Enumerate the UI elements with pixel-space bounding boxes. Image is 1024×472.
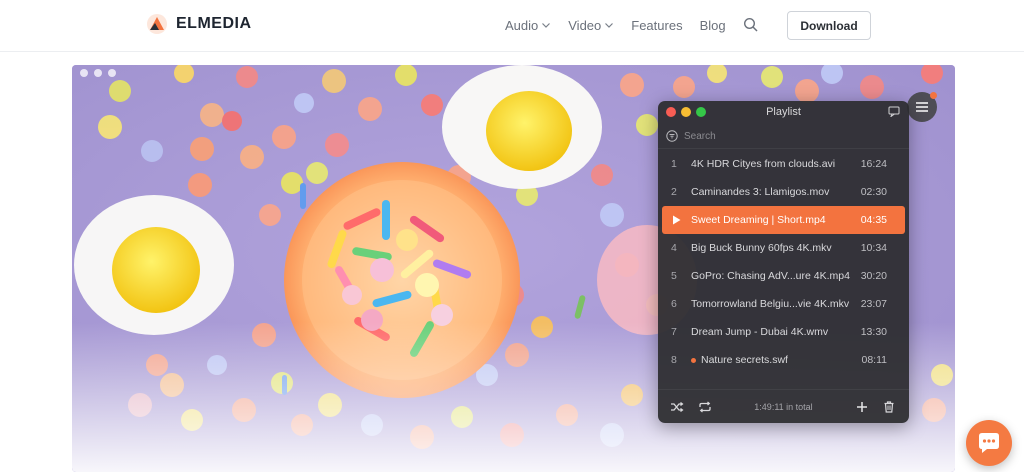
row-number: 1 — [671, 158, 677, 170]
row-duration: 16:24 — [860, 158, 887, 170]
chat-icon[interactable] — [888, 106, 900, 117]
nav-audio[interactable]: Audio — [505, 18, 551, 33]
trash-icon[interactable] — [882, 400, 896, 414]
play-icon — [673, 215, 681, 225]
playlist-row[interactable]: 1 4K HDR Cityes from clouds.avi 16:24 — [658, 150, 909, 178]
row-title: GoPro: Chasing AdV...ure 4K.mp4 — [691, 270, 850, 282]
row-duration: 30:20 — [860, 270, 887, 282]
playlist-row-active[interactable]: Sweet Dreaming | Short.mp4 04:35 — [662, 206, 905, 234]
chevron-down-icon — [605, 23, 614, 28]
plus-icon[interactable] — [855, 400, 869, 414]
row-number: 4 — [671, 242, 677, 254]
row-number: 5 — [671, 270, 677, 282]
playlist-total-duration: 1:49:11 in total — [754, 402, 813, 412]
nav-video-label: Video — [568, 17, 602, 33]
playlist-search — [658, 123, 909, 149]
logo-icon — [147, 14, 167, 34]
row-title: Nature secrets.swf — [701, 354, 788, 366]
chevron-down-icon — [542, 23, 551, 28]
nav-video[interactable]: Video — [568, 18, 614, 33]
playlist-row[interactable]: 8 Nature secrets.swf 08:11 — [658, 346, 909, 374]
playlist-window: Playlist 1 4K HDR Cityes from clouds.avi… — [658, 101, 909, 423]
search-icon[interactable] — [743, 17, 759, 33]
row-title: Caminandes 3: Llamigos.mov — [691, 186, 830, 198]
row-duration: 02:30 — [860, 186, 887, 198]
row-number: 7 — [671, 326, 677, 338]
live-chat-button[interactable] — [966, 420, 1012, 466]
nav-features[interactable]: Features — [631, 18, 682, 33]
main-nav: Audio Video Features Blog — [505, 17, 759, 33]
row-title: 4K HDR Cityes from clouds.avi — [691, 158, 836, 170]
playlist-search-input[interactable] — [684, 128, 884, 144]
unplayed-dot — [691, 358, 696, 363]
notification-badge — [930, 92, 937, 99]
playlist-row[interactable]: 5 GoPro: Chasing AdV...ure 4K.mp4 30:20 — [658, 262, 909, 290]
row-number: 2 — [671, 186, 677, 198]
nav-audio-label: Audio — [505, 17, 539, 33]
playlist-titlebar: Playlist — [658, 101, 909, 123]
window-dot — [80, 69, 88, 77]
brand-name: ELMEDIA — [176, 15, 252, 32]
playlist-title: Playlist — [766, 106, 801, 118]
playlist-footer: 1:49:11 in total — [658, 389, 909, 423]
row-duration: 08:11 — [861, 354, 888, 366]
row-number: 8 — [671, 354, 677, 366]
row-duration: 23:07 — [860, 298, 887, 310]
row-number: 6 — [671, 298, 677, 310]
window-controls — [80, 69, 122, 77]
row-title: Tomorrowland Belgiu...vie 4K.mkv — [691, 298, 850, 310]
chat-bubble-icon — [979, 433, 999, 453]
nav-blog[interactable]: Blog — [700, 18, 726, 33]
window-dot — [108, 69, 116, 77]
site-header: ELMEDIA Audio Video Features Blog Downlo… — [0, 0, 1024, 52]
download-button[interactable]: Download — [787, 11, 871, 40]
row-title: Dream Jump - Dubai 4K.wmv — [691, 326, 829, 338]
row-duration: 04:35 — [860, 214, 887, 226]
playlist-row[interactable]: 4 Big Buck Bunny 60fps 4K.mkv 10:34 — [658, 234, 909, 262]
playlist-row[interactable]: 2 Caminandes 3: Llamigos.mov 02:30 — [658, 178, 909, 206]
row-title: Sweet Dreaming | Short.mp4 — [691, 214, 826, 226]
playlist-row[interactable]: 7 Dream Jump - Dubai 4K.wmv 13:30 — [658, 318, 909, 346]
window-dot — [94, 69, 102, 77]
nav-features-label: Features — [631, 17, 683, 33]
filter-icon — [666, 130, 678, 142]
row-title: Big Buck Bunny 60fps 4K.mkv — [691, 242, 832, 254]
nav-blog-label: Blog — [699, 17, 726, 33]
brand-logo[interactable]: ELMEDIA — [146, 13, 252, 35]
playlist-row[interactable]: 6 Tomorrowland Belgiu...vie 4K.mkv 23:07 — [658, 290, 909, 318]
playlist-list: 1 4K HDR Cityes from clouds.avi 16:24 2 … — [658, 150, 909, 374]
row-duration: 10:34 — [860, 242, 887, 254]
row-duration: 13:30 — [860, 326, 887, 338]
